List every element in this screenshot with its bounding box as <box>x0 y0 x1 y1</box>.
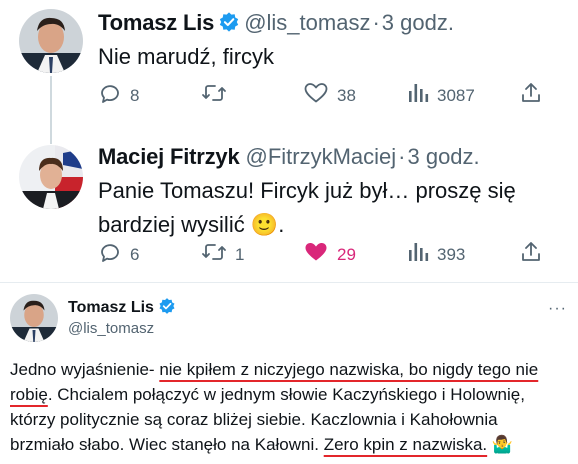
section-divider <box>0 282 578 283</box>
text-segment: Jedno wyjaśnienie- <box>10 360 160 379</box>
views-count: 3087 <box>437 85 475 105</box>
author-handle[interactable]: @lis_tomasz <box>244 10 370 35</box>
slight-smile-emoji-icon: 🙂 <box>250 212 279 237</box>
like-icon <box>303 81 329 110</box>
tweet2-text: Panie Tomaszu! Fircyk już był… proszę si… <box>98 174 568 242</box>
timestamp[interactable]: 3 godz. <box>382 10 454 35</box>
tweet2-text-line2-content: bardziej wysilić <box>98 212 245 237</box>
shrug-emoji-icon: 🤷‍♂️ <box>487 435 514 454</box>
reply-icon <box>98 240 122 269</box>
verified-badge-icon <box>218 11 240 38</box>
author-name[interactable]: Tomasz Lis <box>98 10 214 35</box>
like-count: 29 <box>337 244 356 264</box>
author-handle[interactable]: @FitrzykMaciej <box>245 144 396 169</box>
text-segment: brzmiało słabo. Wiec stanęło na Kałowni. <box>10 435 324 454</box>
share-icon <box>520 240 542 269</box>
tweet2-text-end: . <box>278 212 285 237</box>
like-button[interactable]: 38 <box>303 81 356 110</box>
views-count: 393 <box>437 244 466 264</box>
tweet3-header: Tomasz Lis <box>68 297 176 320</box>
share-button[interactable] <box>520 81 542 110</box>
retweet-icon <box>201 81 227 110</box>
author-name[interactable]: Tomasz Lis <box>68 299 154 316</box>
dot-separator: · <box>398 144 406 169</box>
more-icon[interactable]: ··· <box>548 300 567 318</box>
verified-badge-icon <box>158 297 176 320</box>
dot-separator: · <box>372 10 380 35</box>
tweet3-text: Jedno wyjaśnienie- nie kpiłem z niczyjeg… <box>10 357 570 457</box>
like-count: 38 <box>337 85 356 105</box>
author-name[interactable]: Maciej Fitrzyk <box>98 144 240 169</box>
author-handle[interactable]: @lis_tomasz <box>68 320 154 337</box>
underlined-segment: Zero kpin z nazwiska. <box>323 435 488 454</box>
reply-button[interactable]: 8 <box>98 81 139 110</box>
avatar-maciej-fitrzyk[interactable] <box>19 145 83 209</box>
views-button[interactable]: 393 <box>407 240 465 269</box>
tweet1-header: Tomasz Lis @lis_tomasz·3 godz. <box>98 10 454 38</box>
tweet2-text-line1: Panie Tomaszu! Fircyk już był… proszę si… <box>98 178 516 203</box>
retweet-button[interactable] <box>201 81 235 110</box>
views-button[interactable]: 3087 <box>407 81 475 110</box>
retweet-icon <box>201 240 227 269</box>
retweet-button[interactable]: 1 <box>201 240 244 269</box>
timestamp[interactable]: 3 godz. <box>407 144 479 169</box>
share-icon <box>520 81 542 110</box>
underlined-segment: nie kpiłem z niczyjego nazwiska, bo nigd… <box>159 360 539 379</box>
reply-count: 6 <box>130 244 140 264</box>
tweet1-text: Nie marudź, fircyk <box>98 44 275 69</box>
avatar-tomasz-lis-small[interactable] <box>10 294 58 342</box>
avatar-tomasz-lis[interactable] <box>19 9 83 73</box>
views-icon <box>407 81 429 110</box>
reply-icon <box>98 81 122 110</box>
text-segment: którzy politycznie są coraz bliżej siebi… <box>10 410 498 429</box>
views-icon <box>407 240 429 269</box>
share-button[interactable] <box>520 240 542 269</box>
underlined-segment: robię <box>10 385 48 404</box>
reply-count: 8 <box>130 85 140 105</box>
reply-button[interactable]: 6 <box>98 240 139 269</box>
like-icon <box>303 240 329 269</box>
tweet2-text-line2: bardziej wysilić 🙂. <box>98 208 568 242</box>
tweet2-header: Maciej Fitrzyk @FitrzykMaciej·3 godz. <box>98 144 480 170</box>
like-button[interactable]: 29 <box>303 240 356 269</box>
thread-connector-line <box>50 76 52 144</box>
retweet-count: 1 <box>235 244 245 264</box>
text-segment: . Chcialem połączyć w jednym słowie Kacz… <box>47 385 525 404</box>
